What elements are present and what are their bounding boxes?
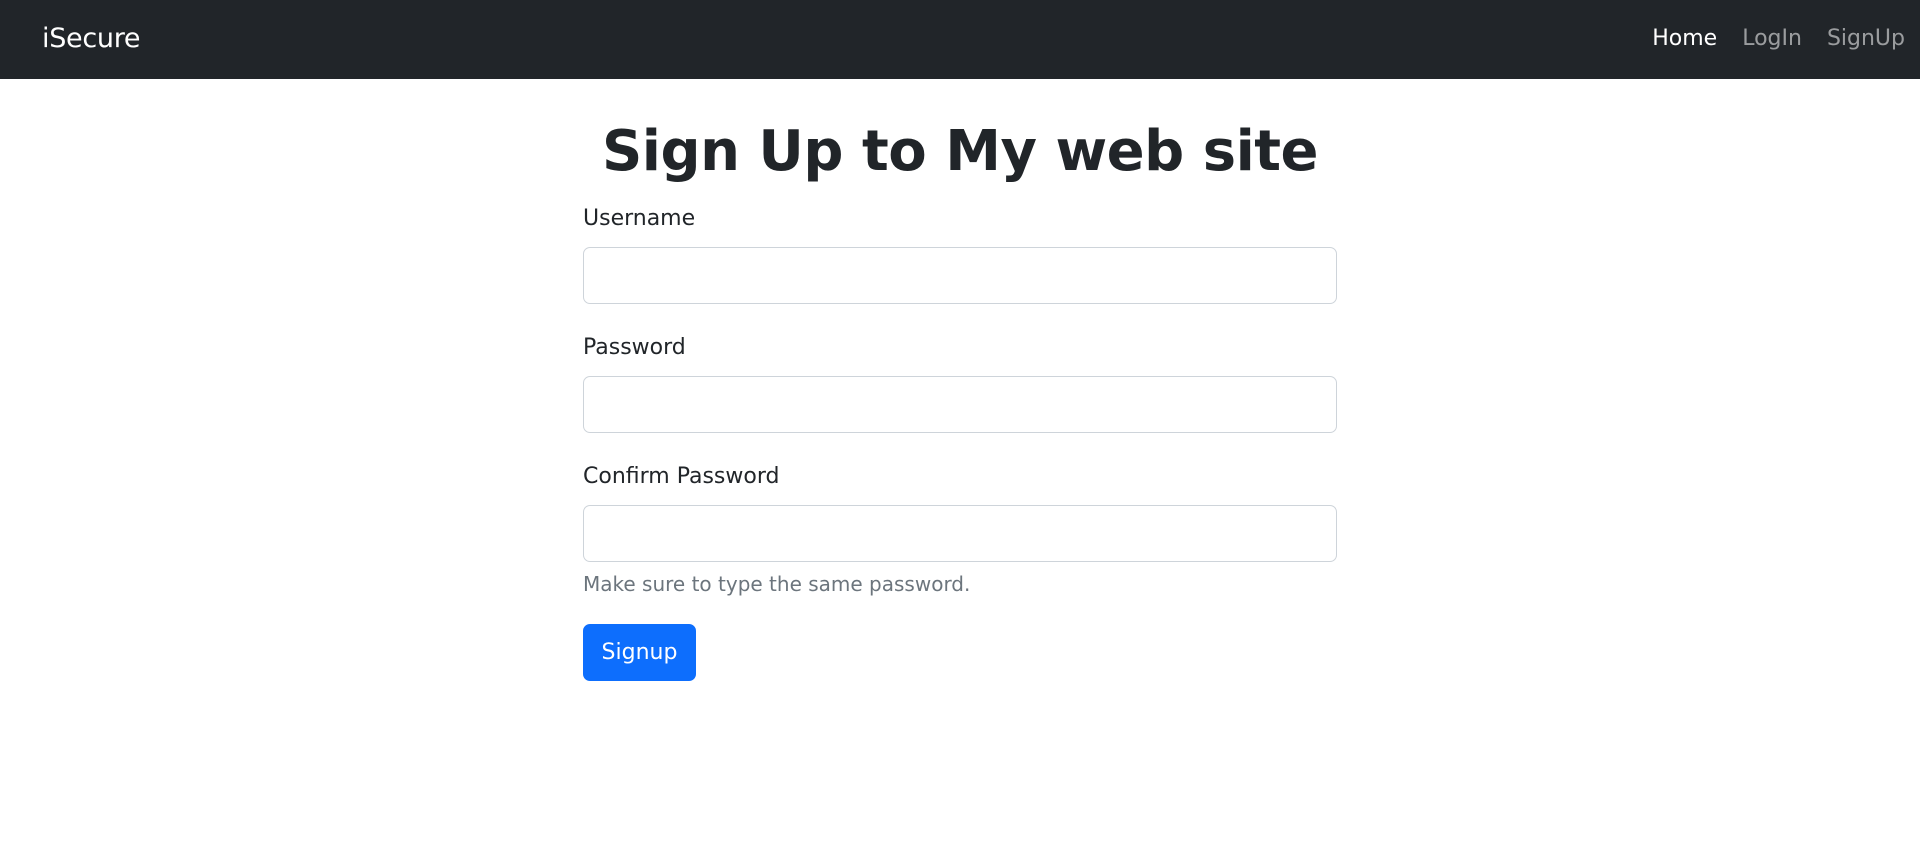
nav-login-link[interactable]: LogIn <box>1742 20 1802 58</box>
confirm-password-label: Confirm Password <box>583 464 780 489</box>
password-help-text: Make sure to type the same password. <box>583 572 971 596</box>
nav-signup-link[interactable]: SignUp <box>1827 20 1905 58</box>
nav-home-link[interactable]: Home <box>1652 20 1717 58</box>
top-navbar: iSecure Home LogIn SignUp <box>0 0 1920 79</box>
brand-link[interactable]: iSecure <box>42 20 141 58</box>
password-input[interactable] <box>583 376 1337 433</box>
username-input[interactable] <box>583 247 1337 304</box>
password-label: Password <box>583 335 686 360</box>
confirm-password-input[interactable] <box>583 505 1337 562</box>
page-title: Sign Up to My web site <box>601 119 1319 184</box>
username-label: Username <box>583 206 696 231</box>
nav-links: Home LogIn SignUp <box>1652 20 1905 58</box>
signup-button[interactable]: Signup <box>583 624 696 681</box>
